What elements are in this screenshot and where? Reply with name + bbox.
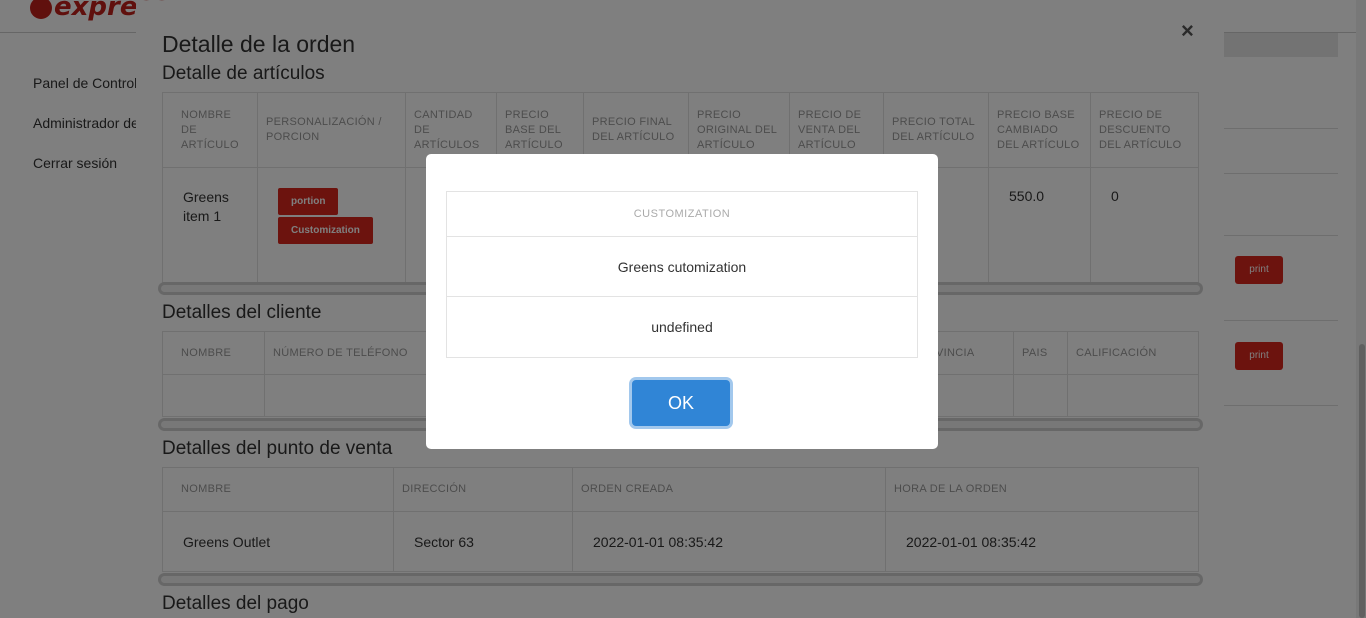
ok-button[interactable]: OK: [632, 380, 730, 426]
list-item: undefined: [651, 319, 713, 335]
list-item: Greens cutomization: [447, 237, 917, 297]
customization-header: CUSTOMIZATION: [447, 192, 917, 237]
customization-dialog: CUSTOMIZATION Greens cutomization undefi…: [426, 154, 938, 449]
customization-table: CUSTOMIZATION Greens cutomization undefi…: [446, 191, 918, 358]
